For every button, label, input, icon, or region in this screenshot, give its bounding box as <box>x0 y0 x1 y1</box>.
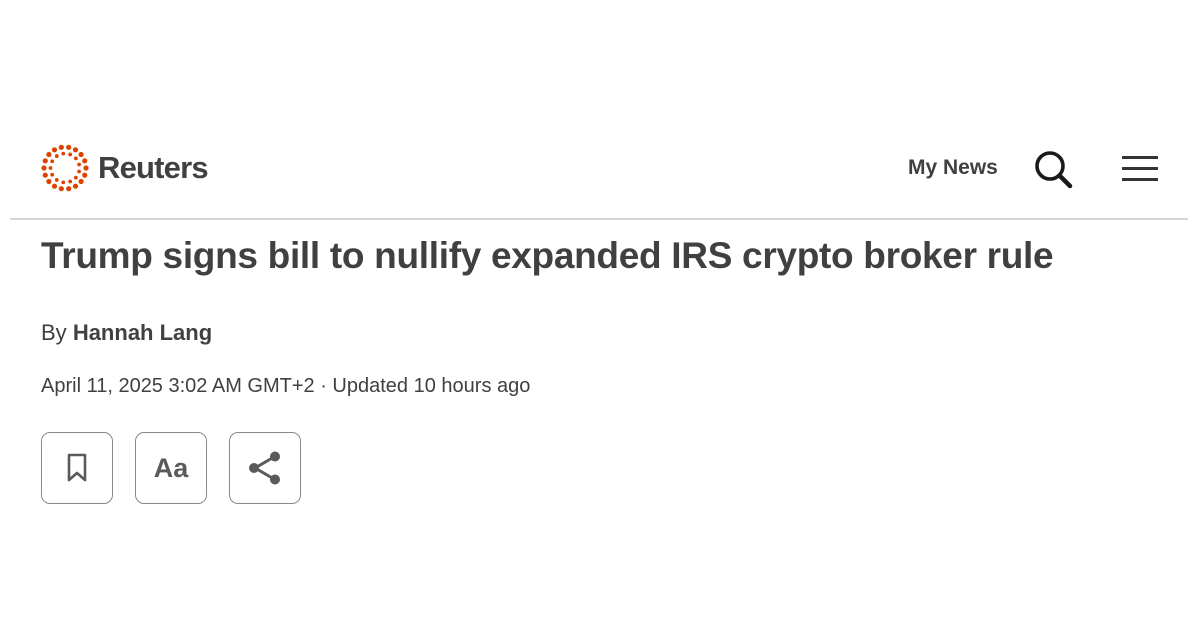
author-link[interactable]: Hannah Lang <box>73 320 212 345</box>
text-size-button[interactable]: Aa <box>135 432 207 504</box>
logo-dot <box>73 156 78 161</box>
share-button[interactable] <box>229 432 301 504</box>
bookmark-icon <box>67 453 87 482</box>
search-button[interactable] <box>1030 148 1078 190</box>
logo-dot <box>51 147 58 153</box>
logo-dot <box>54 154 59 158</box>
logo-dot <box>78 178 84 185</box>
logo-dot <box>82 172 88 178</box>
logo-dot <box>58 144 64 150</box>
logo-dot <box>54 178 59 182</box>
article-headline: Trump signs bill to nullify expanded IRS… <box>41 235 1054 276</box>
byline: By Hannah Lang <box>41 318 212 348</box>
logo-dot <box>82 158 88 164</box>
logo-dot <box>41 165 47 171</box>
logo-dot <box>61 151 66 156</box>
logo-dot <box>61 180 66 185</box>
logo-dot <box>73 175 78 180</box>
logo-dot <box>77 169 81 174</box>
hamburger-menu-icon <box>1122 156 1158 181</box>
logo-dot <box>83 165 89 171</box>
logo-dot <box>78 151 84 158</box>
logo-dot <box>68 152 73 157</box>
reuters-logo-icon <box>41 144 89 192</box>
logo-dot <box>50 172 55 177</box>
reuters-logo[interactable]: Reuters <box>40 143 209 193</box>
header-divider <box>10 218 1188 220</box>
article-actions: Aa <box>41 432 301 504</box>
logo-dot <box>72 183 79 189</box>
logo-dot <box>51 183 58 189</box>
logo-dot <box>72 147 79 153</box>
logo-dot <box>46 178 52 185</box>
my-news-link[interactable]: My News <box>908 156 998 180</box>
logo-dot <box>50 159 55 164</box>
byline-prefix: By <box>41 320 67 345</box>
logo-text: Reuters <box>98 150 209 185</box>
logo-dot <box>68 179 73 184</box>
logo-dot <box>42 158 48 164</box>
menu-button[interactable] <box>1118 150 1162 186</box>
logo-dot <box>58 186 64 192</box>
logo-dot <box>66 144 72 150</box>
logo-dot <box>66 186 72 192</box>
share-icon <box>249 451 280 485</box>
logo-dot <box>48 166 53 170</box>
site-header: Reuters My News <box>0 130 1200 218</box>
logo-dot <box>46 151 52 158</box>
bookmark-button[interactable] <box>41 432 113 504</box>
article-page: Reuters My News Trump signs bill to null… <box>0 0 1200 630</box>
article-dateline: April 11, 2025 3:02 AM GMT+2 · Updated 1… <box>41 375 531 397</box>
logo-dot <box>77 162 81 167</box>
search-icon <box>1035 151 1073 189</box>
logo-dot <box>42 172 48 178</box>
text-size-label: Aa <box>153 452 189 483</box>
